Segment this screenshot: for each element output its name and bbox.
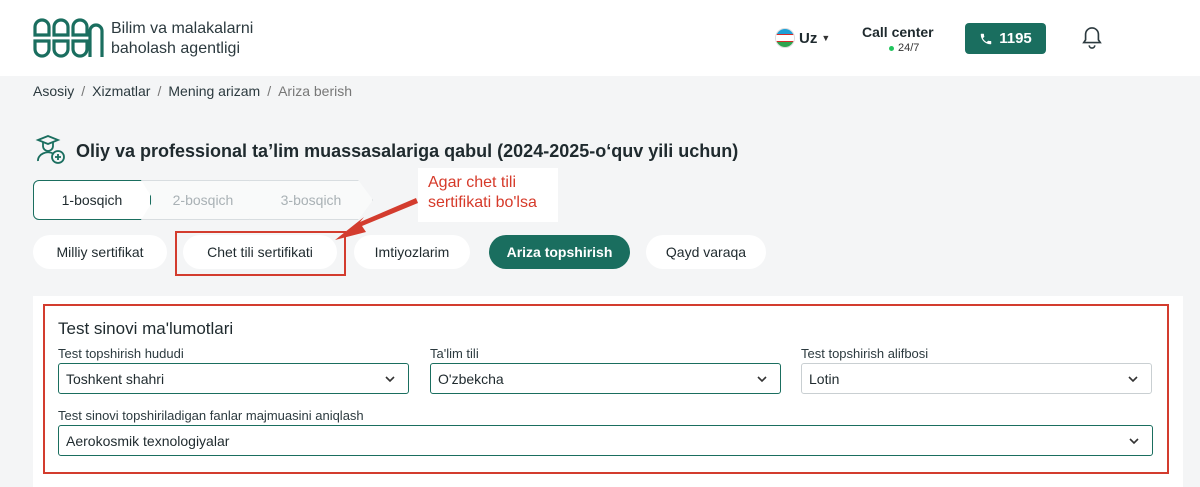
brand-line-1: Bilim va malakalarni (111, 20, 254, 37)
breadcrumb: Asosiy / Xizmatlar / Mening arizam / Ari… (33, 83, 352, 99)
brand-line-2: baholash agentligi (111, 40, 240, 57)
step-3[interactable]: 3-bosqich (249, 180, 373, 220)
call-center: Call center 24/7 (862, 24, 942, 54)
alphabet-label: Test topshirish alifbosi (801, 346, 929, 361)
caret-down-icon: ▼ (821, 33, 831, 43)
chevron-down-icon (757, 376, 767, 383)
phone-icon (980, 33, 992, 44)
agency-logo[interactable] (32, 17, 104, 59)
phone-number: 1195 (999, 30, 1032, 47)
bell-icon[interactable] (1081, 26, 1103, 50)
step-1[interactable]: 1-bosqich (33, 180, 151, 220)
chevron-down-icon (1129, 438, 1139, 445)
alphabet-value: Lotin (809, 370, 840, 387)
breadcrumb-home[interactable]: Asosiy (33, 83, 74, 99)
breadcrumb-separator: / (81, 83, 86, 99)
region-label: Test topshirish hududi (58, 346, 184, 361)
region-value: Toshkent shahri (66, 370, 165, 387)
annotation-line-2: sertifikati bo'lsa (428, 194, 537, 211)
tab-privileges[interactable]: Imtiyozlarim (354, 235, 470, 269)
call-center-hours: 24/7 (862, 42, 942, 54)
breadcrumb-my-application[interactable]: Mening arizam (168, 83, 260, 99)
tab-submit-application[interactable]: Ariza topshirish (489, 235, 630, 269)
tab-registration-sheet[interactable]: Qayd varaqa (646, 235, 766, 269)
step-2[interactable]: 2-bosqich (141, 180, 265, 220)
top-header: Bilim va malakalarni baholash agentligi … (0, 0, 1200, 76)
language-of-instruction-value: O'zbekcha (438, 370, 504, 387)
alphabet-select[interactable]: Lotin (801, 363, 1152, 394)
uzbekistan-flag-icon (775, 28, 795, 48)
brand-name: Bilim va malakalarni baholash agentligi (111, 19, 253, 59)
form-title: Test sinovi ma'lumotlari (58, 319, 234, 338)
phone-button[interactable]: 1195 (965, 23, 1046, 54)
region-select[interactable]: Toshkent shahri (58, 363, 409, 394)
subject-set-label: Test sinovi topshiriladigan fanlar majmu… (58, 408, 364, 423)
tab-national-certificate[interactable]: Milliy sertifikat (33, 235, 167, 269)
chevron-down-icon (385, 376, 395, 383)
page-title: Oliy va professional ta’lim muassasalari… (76, 141, 739, 161)
language-selector[interactable]: Uz ▼ (775, 28, 830, 48)
breadcrumb-services[interactable]: Xizmatlar (92, 83, 150, 99)
annotation-highlight-box (175, 231, 346, 276)
language-of-instruction-select[interactable]: O'zbekcha (430, 363, 781, 394)
breadcrumb-separator: / (267, 83, 272, 99)
language-label: Uz (799, 29, 818, 47)
language-of-instruction-label: Ta'lim tili (430, 346, 479, 361)
annotation-callout: Agar chet tili sertifikati bo'lsa (418, 168, 558, 222)
graduate-icon (35, 135, 65, 164)
annotation-line-1: Agar chet tili (428, 174, 517, 191)
breadcrumb-separator: / (157, 83, 162, 99)
subject-set-select[interactable]: Aerokosmik texnologiyalar (58, 425, 1153, 456)
subject-set-value: Aerokosmik texnologiyalar (66, 432, 230, 449)
breadcrumb-current: Ariza berish (278, 83, 353, 99)
chevron-down-icon (1128, 376, 1138, 383)
call-center-title: Call center (862, 24, 934, 40)
